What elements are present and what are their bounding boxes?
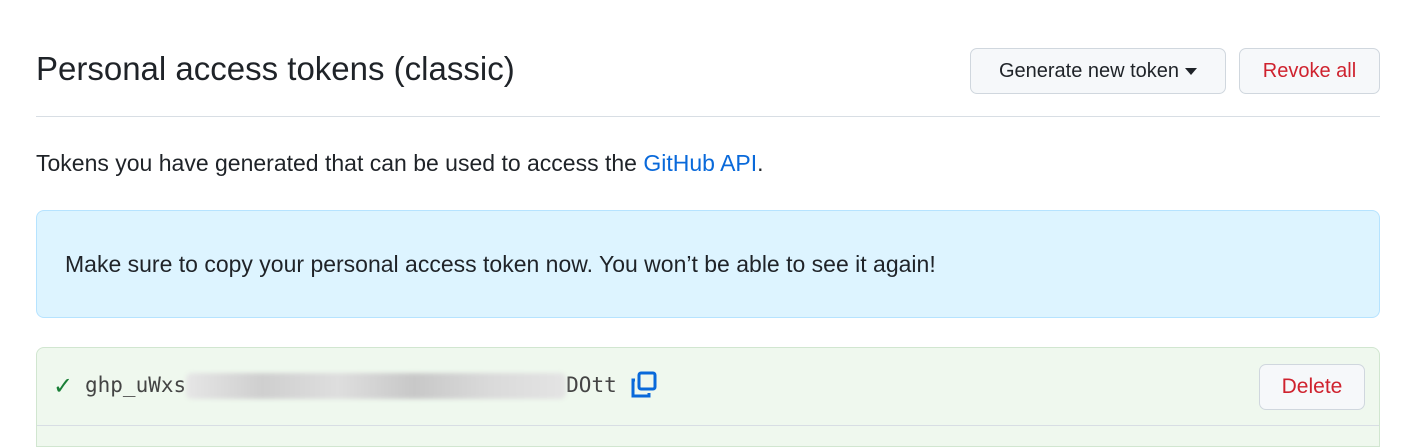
delete-token-button[interactable]: Delete — [1259, 364, 1365, 410]
check-icon: ✓ — [53, 373, 74, 400]
token-suffix: DOtt — [566, 373, 617, 397]
github-api-link[interactable]: GitHub API — [643, 150, 757, 176]
divider — [36, 116, 1380, 117]
generate-new-token-button[interactable]: Generate new token — [970, 48, 1226, 94]
description-text: Tokens you have generated that can be us… — [36, 150, 644, 176]
flash-message: Make sure to copy your personal access t… — [65, 250, 936, 277]
divider — [37, 425, 1379, 426]
token-row: ✓ ghp_uWxs DOtt Delete — [36, 347, 1380, 447]
copy-icon[interactable] — [629, 370, 659, 400]
flash-notice: Make sure to copy your personal access t… — [36, 210, 1380, 318]
revoke-all-button[interactable]: Revoke all — [1239, 48, 1380, 94]
token-value[interactable]: ghp_uWxs DOtt — [85, 373, 617, 399]
caret-down-icon — [1185, 67, 1198, 75]
description: Tokens you have generated that can be us… — [36, 150, 764, 177]
generate-label: Generate new token — [998, 59, 1180, 82]
description-suffix: . — [757, 150, 764, 176]
token-redacted — [186, 373, 567, 399]
token-prefix: ghp_uWxs — [85, 373, 187, 397]
page-title: Personal access tokens (classic) — [36, 50, 515, 87]
